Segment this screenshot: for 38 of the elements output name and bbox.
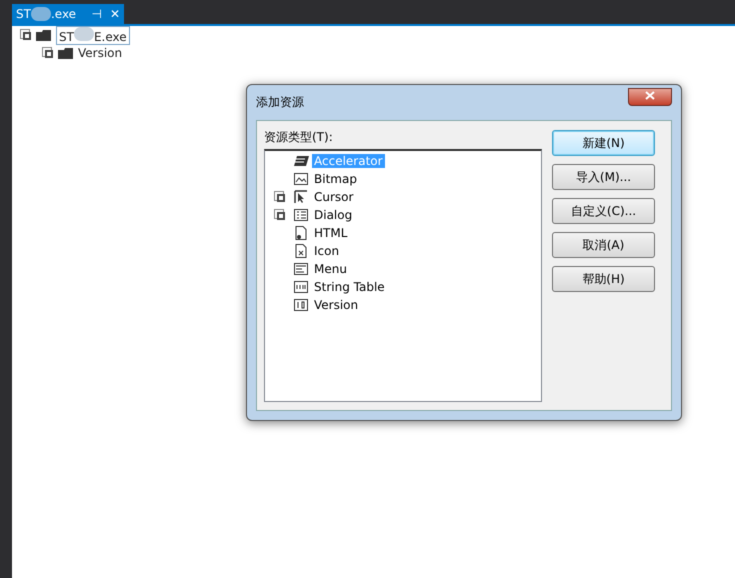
text-box-icon — [294, 281, 308, 293]
resource-type-item[interactable]: Cursor — [312, 190, 356, 204]
list-label: 资源类型(T): — [264, 129, 334, 146]
tree-item[interactable]: Version — [78, 46, 122, 60]
document-icon — [295, 226, 307, 240]
dialog-button[interactable]: 帮助(H) — [552, 266, 655, 292]
keyboard-icon — [293, 155, 309, 167]
dialog-button[interactable]: 取消(A) — [552, 232, 655, 258]
image-icon — [294, 173, 308, 185]
dialog-button[interactable]: 自定义(C)... — [552, 198, 655, 224]
dialog-button[interactable]: 新建(N) — [552, 130, 655, 156]
file-icon — [295, 244, 307, 258]
cursor-icon — [294, 190, 308, 204]
tree-item[interactable]: ST E.exe — [56, 26, 130, 44]
close-button[interactable] — [628, 88, 672, 106]
close-icon — [645, 90, 655, 100]
resource-type-list[interactable]: Accelerator Bitmap Cursor Dialog HTML Icon Menu String Table Version — [264, 149, 542, 402]
document-tab[interactable]: ST .exe ⊣ ✕ — [12, 4, 124, 24]
resource-type-item[interactable]: Menu — [312, 262, 349, 276]
dialog-title: 添加资源 — [256, 94, 304, 111]
folder-icon — [58, 46, 74, 60]
dialog-button[interactable]: 导入(M)... — [552, 164, 655, 190]
blur-smudge — [30, 7, 51, 21]
blur-smudge — [74, 26, 94, 40]
expander-icon[interactable] — [20, 29, 32, 41]
resource-type-item[interactable]: Version — [312, 298, 360, 312]
resource-type-item[interactable]: Bitmap — [312, 172, 359, 186]
resource-type-item[interactable]: Icon — [312, 244, 342, 258]
menu-icon — [294, 263, 308, 275]
resource-type-item[interactable]: Dialog — [312, 208, 354, 222]
resource-type-item[interactable]: String Table — [312, 280, 387, 294]
version-icon — [294, 299, 308, 311]
resource-type-item[interactable]: HTML — [312, 226, 350, 240]
form-icon — [294, 209, 308, 221]
expander-icon[interactable] — [274, 191, 286, 203]
expander-icon[interactable] — [42, 47, 54, 59]
expander-icon[interactable] — [274, 209, 286, 221]
folder-icon — [36, 28, 52, 42]
